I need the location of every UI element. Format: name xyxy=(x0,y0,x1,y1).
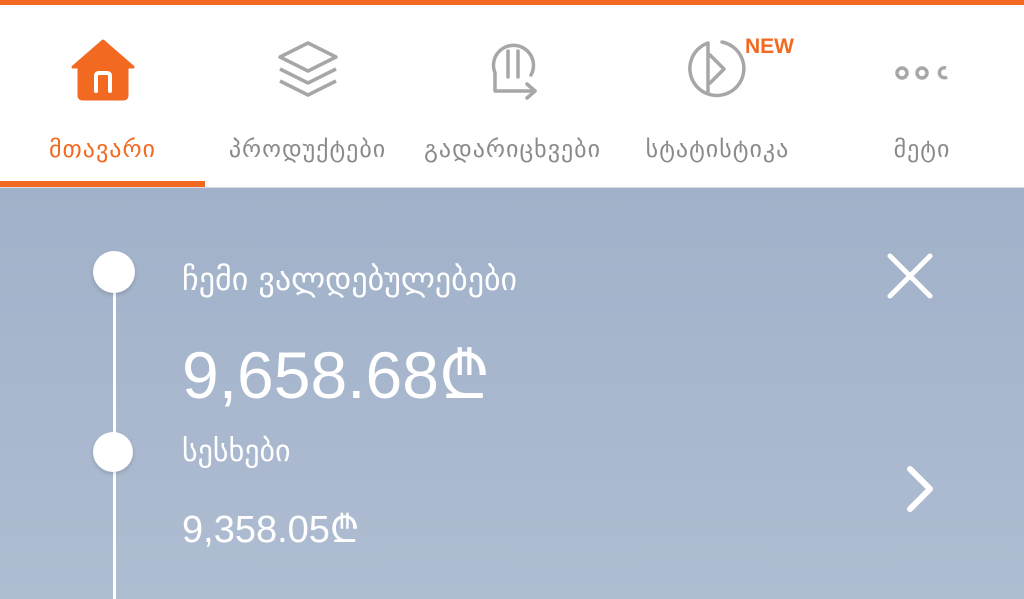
new-badge: NEW xyxy=(745,35,794,58)
close-button[interactable] xyxy=(884,250,936,302)
tab-label: მეტი xyxy=(893,135,951,163)
tab-label: მთავარი xyxy=(49,135,156,163)
tab-more[interactable]: მეტი xyxy=(820,5,1024,187)
obligations-title: ჩემი ვალდებულებები xyxy=(182,260,518,298)
tab-statistics[interactable]: სტატისტიკა xyxy=(615,5,820,187)
chevron-right-icon xyxy=(907,466,933,512)
more-icon xyxy=(895,66,948,80)
tab-transfers[interactable]: გადარიცხვები xyxy=(410,5,615,187)
home-icon xyxy=(71,39,134,101)
tab-label: პროდუქტები xyxy=(228,135,387,163)
tab-home[interactable]: მთავარი xyxy=(0,5,205,187)
loans-amount[interactable]: 9,358.05₾ xyxy=(182,502,359,554)
obligations-total: 9,658.68₾ xyxy=(182,338,490,412)
lari-transfer-icon xyxy=(491,43,537,100)
tab-label: სტატისტიკა xyxy=(645,135,790,163)
layers-icon xyxy=(277,41,338,97)
statistics-icon xyxy=(687,40,746,98)
loans-open-button[interactable] xyxy=(900,463,940,515)
obligations-panel: ჩემი ვალდებულებები 9,658.68₾ სესხები 9,3… xyxy=(0,188,1024,599)
timeline-dot xyxy=(93,251,135,293)
loans-label[interactable]: სესხები xyxy=(182,434,291,469)
tab-products[interactable]: პროდუქტები xyxy=(205,5,410,187)
tab-label: გადარიცხვები xyxy=(423,135,602,163)
close-icon xyxy=(887,253,933,299)
timeline-dot xyxy=(93,432,133,472)
active-tab-indicator xyxy=(0,181,205,187)
tab-bar: მთავარი პროდუქტები გადარიცხვები სტატისტი… xyxy=(0,5,1024,188)
